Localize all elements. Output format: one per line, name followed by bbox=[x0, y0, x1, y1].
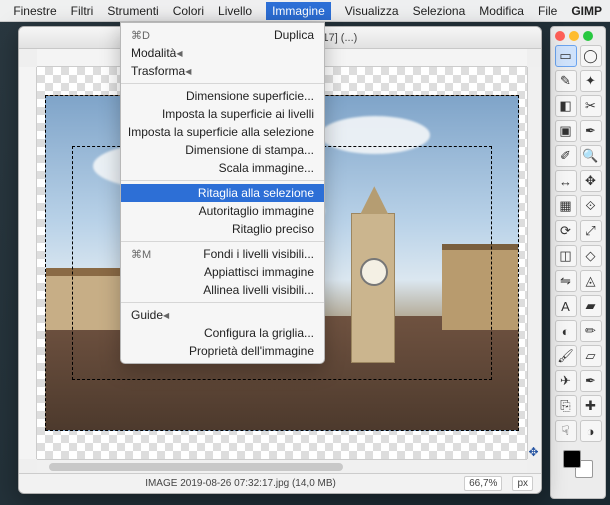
tool-heal[interactable]: ✚ bbox=[580, 395, 602, 417]
tool-clone[interactable]: ⎘ bbox=[555, 395, 577, 417]
tool-shear[interactable]: ◫ bbox=[555, 245, 577, 267]
toolbox-traffic-lights bbox=[555, 31, 601, 45]
tool-fuzzy-select[interactable]: ✦ bbox=[580, 70, 602, 92]
zoom-field[interactable]: 66,7% bbox=[464, 476, 502, 491]
menu-item-align-layers[interactable]: Allinea livelli visibili... bbox=[121, 281, 324, 299]
menu-item-transform[interactable]: Trasforma bbox=[121, 62, 324, 80]
tool-rect-select[interactable]: ▭ bbox=[555, 45, 577, 67]
menu-item-print-size[interactable]: Dimensione di stampa... bbox=[121, 141, 324, 159]
scrollbar-vertical[interactable] bbox=[527, 67, 541, 459]
menu-item-zealous-crop[interactable]: Ritaglio preciso bbox=[121, 220, 324, 238]
foreground-color[interactable] bbox=[563, 450, 581, 468]
menu-item-canvas-size[interactable]: Dimensione superficie... bbox=[121, 87, 324, 105]
toolbox-window: ▭◯✎✦◧✂▣✒✐🔍↔✥▦⟐⟳⤢◫◇⇋◬A▰◐✏🖌▱✈✒⎘✚☟◑ bbox=[550, 26, 606, 499]
tool-smudge[interactable]: ☟ bbox=[555, 420, 577, 442]
tool-lasso[interactable]: ✎ bbox=[555, 70, 577, 92]
close-icon[interactable] bbox=[555, 31, 565, 41]
menu-item-fit-canvas-selection[interactable]: Imposta la superficie alla selezione bbox=[121, 123, 324, 141]
menu-item-guides[interactable]: Guide bbox=[121, 306, 324, 324]
tool-ellipse-select[interactable]: ◯ bbox=[580, 45, 602, 67]
tool-airbrush[interactable]: ✈ bbox=[555, 370, 577, 392]
menu-image[interactable]: Immagine bbox=[266, 2, 331, 20]
tool-brush[interactable]: 🖌 bbox=[555, 345, 577, 367]
tool-eraser[interactable]: ▱ bbox=[580, 345, 602, 367]
tool-bucket[interactable]: ▰ bbox=[580, 295, 602, 317]
menu-filters[interactable]: Filtri bbox=[71, 4, 94, 18]
status-info: IMAGE 2019-08-26 07:32:17.jpg (14,0 MB) bbox=[27, 478, 454, 489]
tool-flip[interactable]: ⇋ bbox=[555, 270, 577, 292]
tool-scale[interactable]: ⤢ bbox=[580, 220, 602, 242]
tool-rotate[interactable]: ⟳ bbox=[555, 220, 577, 242]
tool-measure[interactable]: ↔ bbox=[555, 170, 577, 192]
menu-item-autocrop[interactable]: Autoritaglio immagine bbox=[121, 202, 324, 220]
minimize-icon[interactable] bbox=[569, 31, 579, 41]
app-name: GIMP bbox=[571, 4, 602, 18]
tool-dodge[interactable]: ◑ bbox=[580, 420, 602, 442]
tool-gradient[interactable]: ◐ bbox=[555, 320, 577, 342]
menu-tools[interactable]: Strumenti bbox=[107, 4, 158, 18]
menu-item-flatten[interactable]: Appiattisci immagine bbox=[121, 263, 324, 281]
tool-ink[interactable]: ✒ bbox=[580, 370, 602, 392]
menu-item-merge-visible[interactable]: Fondi i livelli visibili...⌘M bbox=[121, 245, 324, 263]
tool-move[interactable]: ✥ bbox=[580, 170, 602, 192]
menubar: GIMP File Modifica Seleziona Visualizza … bbox=[0, 0, 610, 22]
menu-item-duplicate[interactable]: Duplica⌘D bbox=[121, 26, 324, 44]
tool-align[interactable]: ▦ bbox=[555, 195, 577, 217]
tool-perspective[interactable]: ◇ bbox=[580, 245, 602, 267]
menu-item-image-properties[interactable]: Proprietà dell'immagine bbox=[121, 342, 324, 360]
tool-scissors[interactable]: ✂ bbox=[580, 95, 602, 117]
tool-color-select[interactable]: ◧ bbox=[555, 95, 577, 117]
tool-text[interactable]: A bbox=[555, 295, 577, 317]
image-menu-dropdown: Duplica⌘D Modalità Trasforma Dimensione … bbox=[120, 22, 325, 364]
status-bar: px 66,7% IMAGE 2019-08-26 07:32:17.jpg (… bbox=[19, 473, 541, 493]
menu-colors[interactable]: Colori bbox=[173, 4, 204, 18]
menu-item-scale-image[interactable]: Scala immagine... bbox=[121, 159, 324, 177]
menu-item-configure-grid[interactable]: Configura la griglia... bbox=[121, 324, 324, 342]
menu-select[interactable]: Seleziona bbox=[413, 4, 466, 18]
tool-foreground[interactable]: ▣ bbox=[555, 120, 577, 142]
tool-pencil[interactable]: ✏ bbox=[580, 320, 602, 342]
tool-crop[interactable]: ⟐ bbox=[580, 195, 602, 217]
tool-zoom[interactable]: 🔍 bbox=[580, 145, 602, 167]
menu-view[interactable]: Visualizza bbox=[345, 4, 399, 18]
color-swatch[interactable] bbox=[563, 450, 593, 478]
menu-file[interactable]: File bbox=[538, 4, 557, 18]
menu-windows[interactable]: Finestre bbox=[13, 4, 56, 18]
menu-item-fit-canvas-layers[interactable]: Imposta la superficie ai livelli bbox=[121, 105, 324, 123]
tool-cage[interactable]: ◬ bbox=[580, 270, 602, 292]
navigation-icon[interactable]: ✥ bbox=[527, 445, 540, 458]
tool-color-picker[interactable]: ✐ bbox=[555, 145, 577, 167]
zoom-icon[interactable] bbox=[583, 31, 593, 41]
scrollbar-horizontal[interactable] bbox=[37, 459, 527, 473]
tool-paths[interactable]: ✒ bbox=[580, 120, 602, 142]
menu-item-mode[interactable]: Modalità bbox=[121, 44, 324, 62]
ruler-vertical[interactable] bbox=[19, 67, 37, 459]
menu-item-crop-to-selection[interactable]: Ritaglia alla selezione bbox=[121, 184, 324, 202]
tool-grid: ▭◯✎✦◧✂▣✒✐🔍↔✥▦⟐⟳⤢◫◇⇋◬A▰◐✏🖌▱✈✒⎘✚☟◑ bbox=[555, 45, 602, 442]
unit-field[interactable]: px bbox=[512, 476, 533, 491]
menu-layer[interactable]: Livello bbox=[218, 4, 252, 18]
menu-edit[interactable]: Modifica bbox=[479, 4, 524, 18]
